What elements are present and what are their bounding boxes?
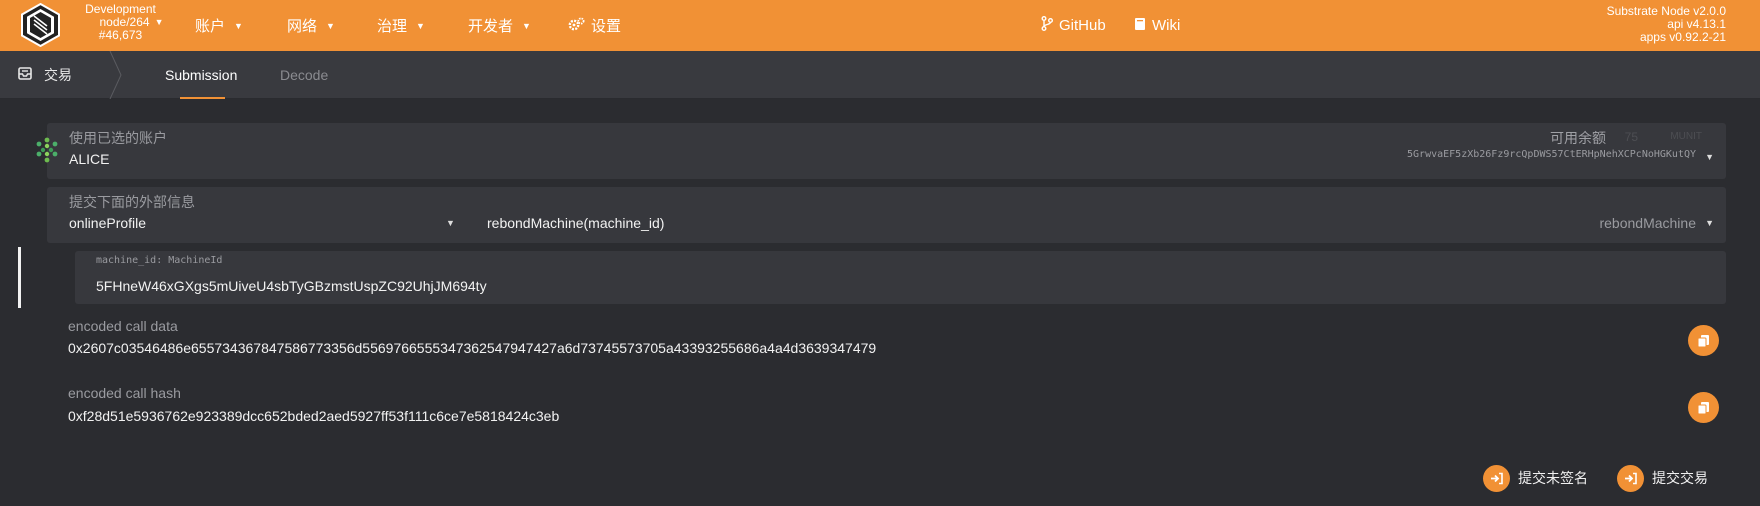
menu-network-label: 网络: [287, 18, 318, 35]
chevron-down-icon: ▼: [1705, 218, 1714, 228]
machine-id-value: 5FHneW46xGXgs5mUiveU4sbTyGBzmstUspZC92Uh…: [96, 278, 487, 294]
sign-in-icon: [1483, 464, 1510, 492]
gears-icon: [568, 17, 585, 35]
menu-settings-label: 设置: [591, 18, 622, 35]
encoded-hash-label: encoded call hash: [68, 385, 181, 401]
submit-transaction-label: 提交交易: [1652, 470, 1708, 486]
copy-encoded-data-button[interactable]: [1688, 325, 1719, 356]
tab-submission-label: Submission: [165, 67, 238, 83]
menu-settings[interactable]: 设置: [568, 0, 621, 51]
top-navigation-bar: Development node/264 ▼ #46,673 账户 ▼ 网络 ▼…: [0, 0, 1760, 51]
copy-icon: [1697, 334, 1709, 347]
call-signature: rebondMachine(machine_id): [487, 215, 665, 231]
chevron-down-icon: ▼: [154, 17, 164, 27]
menu-governance[interactable]: 治理 ▼: [377, 0, 425, 51]
apps-version-text: apps v0.92.2-21: [1639, 30, 1726, 44]
tab-decode[interactable]: Decode: [280, 51, 328, 99]
submit-transaction-button[interactable]: 提交交易: [1617, 463, 1708, 493]
link-github[interactable]: GitHub: [1041, 0, 1106, 51]
method-name: rebondMachine: [1599, 215, 1696, 231]
account-selector[interactable]: 使用已选的账户 ALICE 可用余额 75 MUNIT 5GrwvaEF5zXb…: [47, 123, 1726, 179]
account-address: 5GrwvaEF5zXb26Fz9rcQpDWS57CtERHpNehXCPcN…: [1407, 149, 1696, 160]
section-title-label: 交易: [44, 67, 72, 83]
machine-id-input[interactable]: machine_id: MachineId 5FHneW46xGXgs5mUiv…: [75, 251, 1726, 304]
account-name: ALICE: [69, 151, 110, 167]
chevron-down-icon: ▼: [234, 20, 243, 31]
account-identicon-icon: [36, 137, 58, 163]
balance-label: 可用余额: [1550, 130, 1606, 146]
submit-unsigned-button[interactable]: 提交未签名: [1483, 463, 1588, 493]
menu-accounts-label: 账户: [195, 18, 226, 35]
menu-governance-label: 治理: [377, 18, 408, 35]
copy-encoded-hash-button[interactable]: [1688, 392, 1719, 423]
code-branch-icon: [1041, 16, 1053, 35]
menu-network[interactable]: 网络 ▼: [287, 0, 335, 51]
tab-submission[interactable]: Submission: [165, 51, 237, 99]
link-wiki[interactable]: Wiki: [1134, 0, 1180, 51]
link-github-label: GitHub: [1059, 17, 1106, 34]
chevron-down-icon: ▼: [416, 20, 425, 31]
tab-decode-label: Decode: [280, 67, 329, 83]
menu-developer[interactable]: 开发者 ▼: [468, 0, 531, 51]
sub-navigation-bar: 交易 Submission Decode: [0, 51, 1760, 99]
method-dropdown[interactable]: rebondMachine(machine_id) rebondMachine …: [487, 209, 1726, 241]
balance-unit: MUNIT: [1670, 131, 1702, 142]
copy-icon: [1697, 401, 1709, 414]
encoded-hash-value: 0xf28d51e5936762e923389dcc652bded2aed592…: [68, 408, 560, 424]
encoded-data-label: encoded call data: [68, 318, 178, 334]
book-icon: [1134, 17, 1146, 35]
link-wiki-label: Wiki: [1152, 17, 1181, 34]
encoded-data-value: 0x2607c03546486e655734367847586773356d55…: [68, 340, 877, 356]
breadcrumb-separator: [109, 51, 122, 99]
module-dropdown[interactable]: onlineProfile ▼: [47, 209, 467, 241]
param-indicator: [18, 247, 21, 308]
chevron-down-icon: ▼: [522, 20, 531, 31]
machine-id-label: machine_id: MachineId: [96, 255, 223, 266]
chain-selector[interactable]: Development node/264 ▼ #46,673: [73, 3, 168, 42]
chevron-down-icon: ▼: [446, 218, 455, 228]
balance-value: 75: [1624, 130, 1638, 144]
extrinsic-selector: 提交下面的外部信息 onlineProfile ▼ rebondMachine(…: [47, 187, 1726, 243]
inbox-icon: [18, 67, 32, 83]
section-title: 交易: [18, 51, 72, 99]
version-info: Substrate Node v2.0.0 api v4.13.1 apps v…: [1607, 5, 1726, 44]
module-value: onlineProfile: [69, 215, 147, 231]
menu-accounts[interactable]: 账户 ▼: [195, 0, 243, 51]
active-tab-indicator: [180, 97, 225, 99]
submit-unsigned-label: 提交未签名: [1518, 470, 1588, 486]
chevron-down-icon: ▼: [1705, 152, 1714, 162]
substrate-logo-icon[interactable]: [20, 2, 61, 48]
sign-in-icon: [1617, 464, 1644, 492]
menu-developer-label: 开发者: [468, 18, 514, 35]
block-number: #46,673: [98, 28, 143, 42]
chevron-down-icon: ▼: [326, 20, 335, 31]
account-label: 使用已选的账户: [69, 130, 167, 146]
